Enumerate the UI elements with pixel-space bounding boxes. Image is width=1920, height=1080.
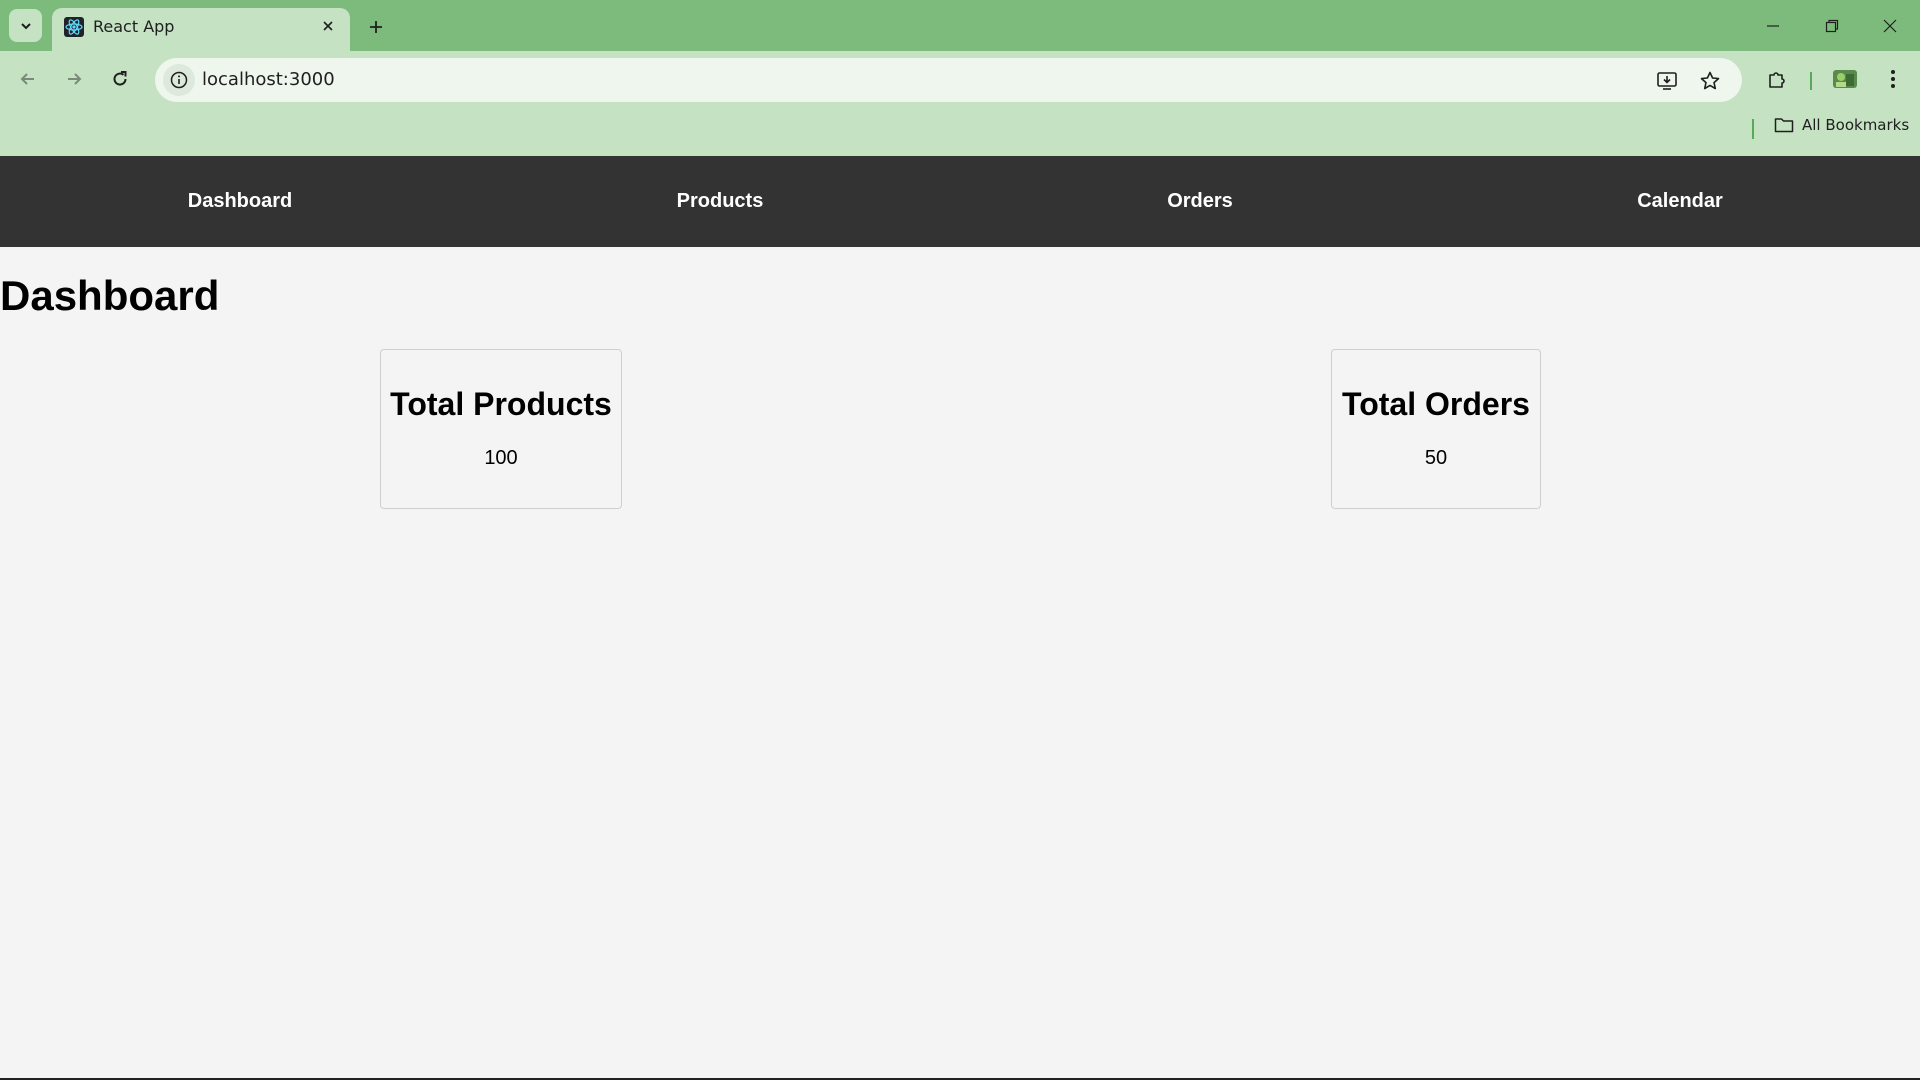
nav-calendar[interactable]: Calendar	[1440, 156, 1920, 247]
nav-orders[interactable]: Orders	[960, 156, 1440, 247]
tab-search-button[interactable]	[9, 9, 42, 42]
arrow-left-icon	[20, 73, 34, 85]
puzzle-icon	[1769, 72, 1785, 88]
new-tab-button[interactable]	[362, 13, 390, 41]
close-icon	[323, 21, 333, 31]
all-bookmarks-label: All Bookmarks	[1802, 116, 1910, 134]
info-icon	[170, 71, 188, 89]
site-info-button[interactable]	[163, 64, 195, 96]
tab-strip: React App	[0, 0, 1920, 51]
minimize-icon	[1767, 25, 1779, 27]
browser-tab[interactable]: React App	[52, 8, 350, 51]
forward-button[interactable]	[56, 61, 92, 97]
minimize-button[interactable]	[1751, 10, 1795, 42]
arrow-right-icon	[68, 73, 82, 85]
browser-toolbar: localhost:3000	[0, 51, 1920, 108]
extensions-button[interactable]	[1760, 62, 1794, 96]
tab-title: React App	[93, 17, 175, 36]
react-logo-icon	[64, 17, 84, 37]
card-title: Total Products	[390, 386, 612, 422]
tab-close-button[interactable]	[318, 16, 338, 36]
back-button[interactable]	[10, 61, 46, 97]
url-text[interactable]: localhost:3000	[202, 69, 335, 90]
total-products-card: Total Products 100	[380, 349, 622, 509]
folder-icon	[1774, 118, 1794, 133]
avatar	[1833, 70, 1857, 88]
more-vertical-icon	[1891, 70, 1895, 88]
card-title: Total Orders	[1342, 386, 1530, 422]
reload-icon	[113, 71, 127, 86]
card-value: 50	[1424, 447, 1448, 469]
app-navbar: Dashboard Products Orders Calendar	[0, 156, 1920, 247]
page-title: Dashboard	[0, 272, 220, 319]
restore-icon	[1825, 19, 1839, 33]
bookmark-star-button[interactable]	[1695, 66, 1725, 96]
total-orders-card: Total Orders 50	[1331, 349, 1541, 509]
nav-products[interactable]: Products	[480, 156, 960, 247]
star-icon	[1700, 71, 1720, 90]
install-app-button[interactable]	[1652, 66, 1682, 96]
browser-menu-button[interactable]	[1876, 62, 1910, 96]
close-window-button[interactable]	[1868, 10, 1912, 42]
address-bar[interactable]: localhost:3000	[155, 58, 1742, 102]
profile-button[interactable]	[1828, 62, 1862, 96]
chevron-down-icon	[20, 22, 31, 29]
all-bookmarks-button[interactable]: All Bookmarks	[1774, 116, 1909, 134]
install-icon	[1657, 72, 1677, 90]
card-value: 100	[484, 447, 518, 469]
bookmarks-separator	[1752, 119, 1754, 139]
reload-button[interactable]	[102, 61, 138, 97]
nav-dashboard[interactable]: Dashboard	[0, 156, 480, 247]
toolbar-separator	[1810, 72, 1812, 90]
bookmarks-bar: All Bookmarks	[0, 108, 1920, 156]
restore-button[interactable]	[1810, 10, 1854, 42]
plus-icon	[370, 21, 382, 33]
close-icon	[1883, 19, 1897, 33]
